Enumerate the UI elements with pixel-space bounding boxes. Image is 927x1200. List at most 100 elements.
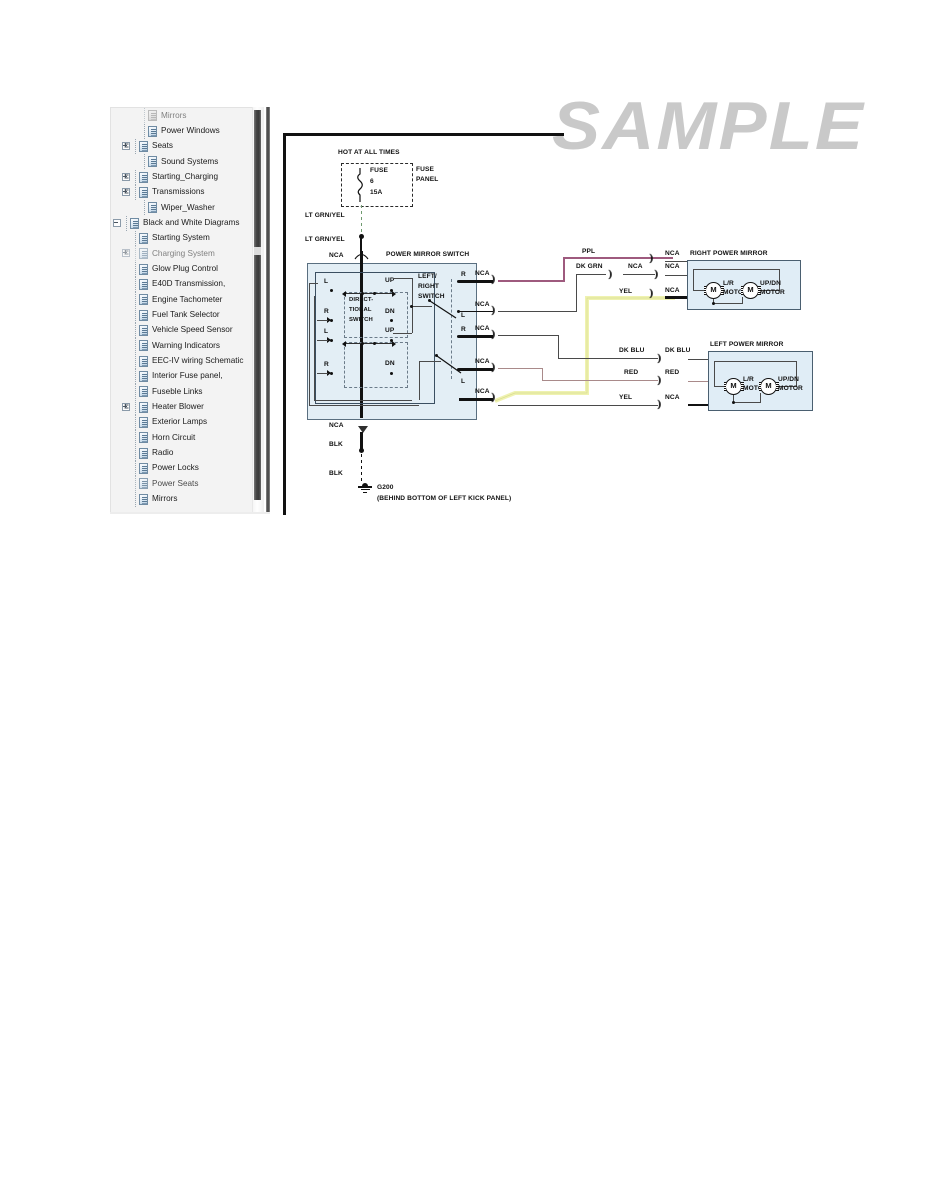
tree-expander-plus-icon[interactable]	[122, 141, 131, 151]
connector-icon-out-4: ))	[491, 362, 495, 373]
document-tree-sidebar[interactable]: Mirrors Power Windows Seats Sound Systems St…	[110, 107, 258, 514]
harness-label-dkgrn-mid: NCA	[628, 263, 643, 270]
panel-divider[interactable]	[266, 107, 270, 513]
document-icon	[139, 355, 148, 367]
tree-connector-line	[123, 215, 130, 231]
tree-item-label: EEC-IV wiring Schematic	[152, 356, 244, 366]
page-canvas: SAMPLE Mirrors Power Windows Seats Sound Sy…	[0, 0, 927, 1200]
tree-expander-plus-icon[interactable]	[122, 172, 131, 182]
scrollbar-grip[interactable]	[254, 247, 261, 255]
tree-connector-line	[132, 322, 139, 338]
tree-item-transmissions[interactable]: Transmissions	[111, 184, 258, 200]
tree-connector-line	[132, 399, 139, 415]
document-icon	[148, 125, 157, 137]
tree-item-mirrors[interactable]: Mirrors	[111, 108, 258, 124]
tree-item-label: Sound Systems	[161, 156, 219, 166]
tree-expander-minus-icon[interactable]	[113, 218, 122, 228]
harness-wire-dkgrn-top	[575, 274, 606, 275]
document-icon	[130, 217, 139, 229]
switch-output-label-3: NCA	[475, 325, 490, 332]
ground-node-label: G200	[377, 484, 394, 491]
tree-item-label: Radio	[152, 448, 174, 458]
tree-expander-spacer	[122, 357, 131, 366]
harness-label-dkgrn: DK GRN	[576, 263, 603, 270]
tree-item-mirrors[interactable]: Mirrors	[111, 491, 258, 507]
tree-item-starting-charging[interactable]: Starting_Charging	[111, 169, 258, 185]
tree-expander-spacer	[122, 433, 131, 442]
harness-label-dkblu: DK BLU	[619, 347, 645, 354]
tree-item-glow-plug-control[interactable]: Glow Plug Control	[111, 261, 258, 277]
connector-icon-dkgrn: ))	[608, 269, 612, 280]
tree-connector-line	[132, 415, 139, 431]
tree-item-wiper-washer[interactable]: Wiper_Washer	[111, 200, 258, 216]
tree-item-seats[interactable]: Seats	[111, 138, 258, 154]
document-icon	[139, 232, 148, 244]
tree-connector-line	[141, 200, 148, 216]
left-mirror-title: LEFT POWER MIRROR	[710, 341, 784, 348]
fuse-name-label: FUSE	[370, 167, 388, 174]
switch-mid-riser-2	[418, 361, 420, 400]
tree-expander-spacer	[122, 341, 131, 350]
tree-item-e40d-transmission[interactable]: E40D Transmission,	[111, 276, 258, 292]
contact-stub	[317, 372, 328, 374]
tree-item-label: Seats	[152, 141, 173, 151]
tree-item-vehicle-speed-sensor[interactable]: Vehicle Speed Sensor	[111, 322, 258, 338]
tree-expander-plus-icon[interactable]	[122, 249, 131, 258]
scrollbar-thumb[interactable]	[254, 110, 261, 500]
tree-item-label: Power Locks	[152, 463, 199, 473]
tree-expander-spacer	[122, 295, 131, 304]
tree-expander-spacer	[122, 326, 131, 335]
switch-junction-node	[410, 304, 413, 308]
tree-expander-plus-icon[interactable]	[122, 187, 131, 197]
tree-item-eec-iv-wiring-schematic[interactable]: EEC-IV wiring Schematic	[111, 353, 258, 369]
tree-expander-plus-icon[interactable]	[122, 402, 131, 412]
tree-connector-line	[132, 476, 139, 492]
tree-item-exterior-lamps[interactable]: Exterior Lamps	[111, 415, 258, 431]
mirror-stub-3	[665, 296, 689, 299]
right-mirror-lr-motor-icon: M	[703, 282, 724, 299]
lr-switch-blade-upper	[429, 300, 457, 319]
left-mirror-internal-left	[714, 361, 715, 387]
switch-contact-left-1: L	[324, 278, 329, 285]
ground-location-label: (BEHIND BOTTOM OF LEFT KICK PANEL)	[377, 495, 512, 502]
document-icon	[139, 263, 148, 275]
power-mirror-switch-title: POWER MIRROR SWITCH	[386, 251, 470, 258]
tree-connector-line	[132, 338, 139, 354]
left-mirror-lr-motor-label-1: L/R	[743, 376, 754, 383]
document-icon	[139, 371, 148, 383]
lr-blade-pivot	[428, 299, 431, 302]
switch-return-loop-bottom	[308, 405, 419, 406]
actuator-arrow-left-lower	[342, 340, 346, 347]
tree-item-sound-systems[interactable]: Sound Systems	[111, 154, 258, 170]
directional-switch-label-2: TIONAL	[349, 307, 372, 313]
tree-item-heater-blower[interactable]: Heater Blower	[111, 399, 258, 415]
switch-output-wire-1	[459, 280, 493, 283]
tree-item-power-windows[interactable]: Power Windows	[111, 123, 258, 139]
tree-item-radio[interactable]: Radio	[111, 445, 258, 461]
tree-item-fuel-tank-selector[interactable]: Fuel Tank Selector	[111, 307, 258, 323]
tree-item-starting-system[interactable]: Starting System	[111, 230, 258, 246]
tree-item-power-seats[interactable]: Power Seats	[111, 476, 258, 492]
document-icon	[139, 478, 148, 490]
tree-item-black-and-white-diagrams[interactable]: Black and White Diagrams	[111, 215, 258, 231]
tree-item-interior-fuse-panel[interactable]: Interior Fuse panel,	[111, 369, 258, 385]
tree-item-charging-system[interactable]: Charging System	[111, 246, 258, 262]
tree-item-label: Fuseble Links	[152, 386, 203, 396]
tree-item-fuseble-links[interactable]: Fuseble Links	[111, 384, 258, 400]
document-icon	[139, 324, 148, 336]
switch-output-wire-5	[459, 398, 493, 401]
tree-item-label: Mirrors	[152, 494, 178, 504]
ground-wire-lower-dashed	[361, 454, 363, 484]
left-mirror-updn-motor-icon: M	[758, 378, 779, 395]
tree-item-engine-tachometer[interactable]: Engine Tachometer	[111, 292, 258, 308]
tree-item-warning-indicators[interactable]: Warning Indicators	[111, 338, 258, 354]
harness-label-red: RED	[624, 369, 639, 376]
switch-node	[390, 319, 393, 322]
tree-connector-line	[132, 261, 139, 277]
left-mirror-updn-motor-label-2: MOTOR	[778, 385, 803, 392]
right-mirror-updn-return	[741, 297, 743, 304]
mirror-inlet-label-5: RED	[665, 369, 680, 376]
tree-item-power-locks[interactable]: Power Locks	[111, 461, 258, 477]
tree-item-horn-circuit[interactable]: Horn Circuit	[111, 430, 258, 446]
sidebar-bottom-edge	[110, 512, 270, 514]
